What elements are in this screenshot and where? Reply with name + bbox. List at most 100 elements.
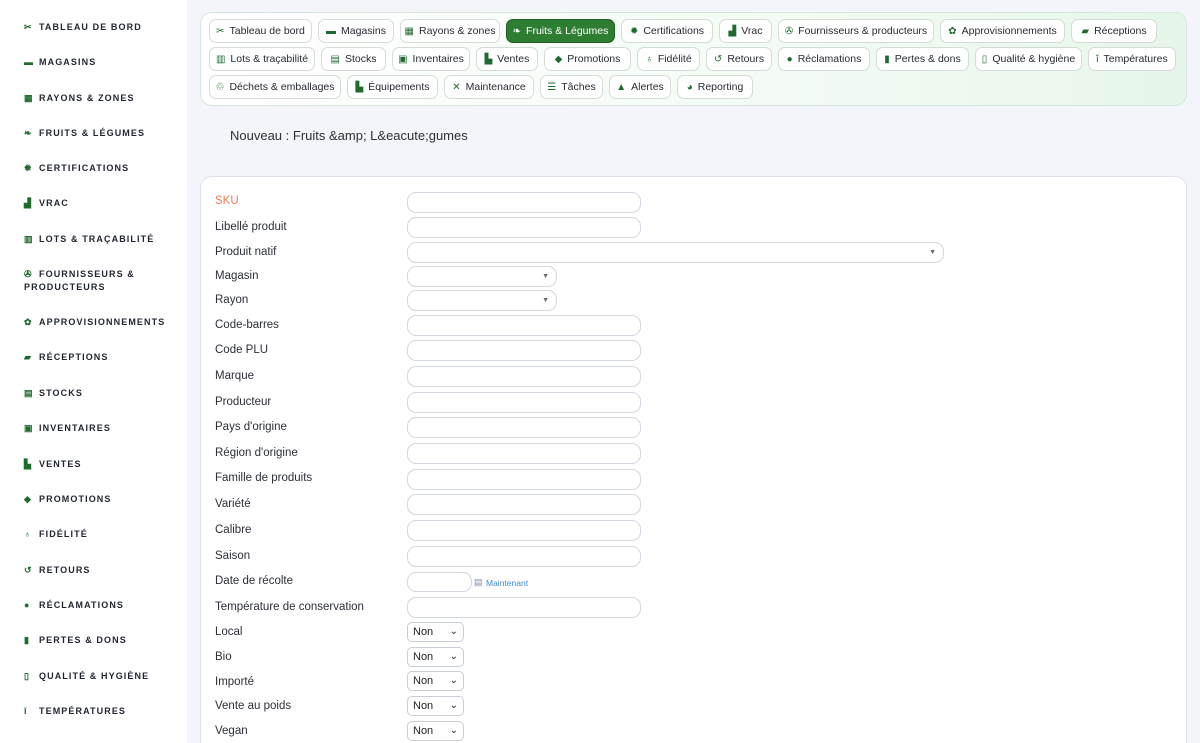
calendar-icon[interactable]: ▤ <box>474 577 483 588</box>
sidebar-item-tableau-de-bord[interactable]: ✂ TABLEAU DE BORD <box>24 21 174 34</box>
tab-label: Maintenance <box>465 81 526 93</box>
label-region-origine: Région d'origine <box>215 447 298 459</box>
sidebar-item-receptions[interactable]: ▰ RÉCEPTIONS <box>24 351 174 364</box>
clipboard-icon: ▣ <box>398 53 408 65</box>
tab-maintenance[interactable]: ✕ Maintenance <box>444 75 534 99</box>
caret-down-icon: ▼ <box>929 249 936 256</box>
sidebar-item-pertes-dons[interactable]: ▮ PERTES & DONS <box>24 634 174 647</box>
tab-label: Certifications <box>643 25 705 37</box>
sidebar-item-label: PERTES & DONS <box>39 635 127 645</box>
bio-select[interactable]: Non ⌄ <box>407 647 464 667</box>
tab-stocks[interactable]: ▤ Stocks <box>321 47 386 71</box>
tab-approvisionnements[interactable]: ✿ Approvisionnements <box>940 19 1065 43</box>
tab-reporting[interactable]: ◕ Reporting <box>677 75 753 99</box>
tab-certifications[interactable]: ✹ Certifications <box>621 19 713 43</box>
tab-rayons-zones[interactable]: ▦ Rayons & zones <box>400 19 500 43</box>
tab-vrac[interactable]: ▟ Vrac <box>719 19 772 43</box>
recycle-icon: ♲ <box>215 81 225 93</box>
saison-input[interactable] <box>407 546 641 567</box>
region-origine-input[interactable] <box>407 443 641 464</box>
marque-input[interactable] <box>407 366 641 387</box>
sidebar-item-approvisionnements[interactable]: ✿ APPROVISIONNEMENTS <box>24 316 174 329</box>
sidebar-item-ventes[interactable]: ▙ VENTES <box>24 458 174 471</box>
pays-origine-input[interactable] <box>407 417 641 438</box>
label-importe: Importé <box>215 676 254 688</box>
importe-select[interactable]: Non ⌄ <box>407 671 464 691</box>
sidebar-item-fruits-legumes[interactable]: ❧ FRUITS & LÉGUMES <box>24 127 174 140</box>
badge-icon: ✹ <box>24 163 33 173</box>
vegan-select[interactable]: Non ⌄ <box>407 721 464 741</box>
sidebar-item-label: LOTS & TRAÇABILITÉ <box>39 234 155 244</box>
tab-label: Déchets & emballages <box>229 81 335 93</box>
tab-dechets-emballages[interactable]: ♲ Déchets & emballages <box>209 75 341 99</box>
now-link[interactable]: Maintenant <box>486 578 528 588</box>
select-value: Non <box>413 675 434 687</box>
tab-ventes[interactable]: ▙ Ventes <box>476 47 538 71</box>
libelle-produit-input[interactable] <box>407 217 641 238</box>
tab-label: Rayons & zones <box>418 25 496 37</box>
tab-alertes[interactable]: ▲ Alertes <box>609 75 671 99</box>
tab-label: Tâches <box>561 81 596 93</box>
sidebar-item-certifications[interactable]: ✹ CERTIFICATIONS <box>24 162 174 175</box>
magasin-select[interactable]: ▼ <box>407 266 557 287</box>
clipboard-icon: ▣ <box>24 423 34 433</box>
variete-input[interactable] <box>407 494 641 515</box>
sidebar-item-retours[interactable]: ↺ RETOURS <box>24 564 174 577</box>
sidebar-item-rayons-zones[interactable]: ▦ RAYONS & ZONES <box>24 92 174 105</box>
temperature-conservation-input[interactable] <box>407 597 641 618</box>
sidebar-item-label: FOURNISSEURS & <box>39 269 135 279</box>
tab-lots-tracabilite[interactable]: ▥ Lots & traçabilité <box>209 47 315 71</box>
sidebar-item-fidelite[interactable]: ♁ FIDÉLITÉ <box>24 528 174 541</box>
sidebar-item-inventaires[interactable]: ▣ INVENTAIRES <box>24 422 174 435</box>
tab-taches[interactable]: ☰ Tâches <box>540 75 603 99</box>
sidebar-item-qualite-hygiene[interactable]: ▯ QUALITÉ & HYGIÈNE <box>24 670 174 683</box>
sidebar-item-lots-tracabilite[interactable]: ▥ LOTS & TRAÇABILITÉ <box>24 233 174 246</box>
sidebar: ✂ TABLEAU DE BORD ▬ MAGASINS ▦ RAYONS & ZON… <box>0 0 187 743</box>
sidebar-item-label: PROMOTIONS <box>39 494 112 504</box>
sidebar-item-label-line2: PRODUCTEURS <box>24 282 106 292</box>
sidebar-item-vrac[interactable]: ▟ VRAC <box>24 197 174 210</box>
tab-reclamations[interactable]: ● Réclamations <box>778 47 870 71</box>
local-select[interactable]: Non ⌄ <box>407 622 464 642</box>
code-plu-input[interactable] <box>407 340 641 361</box>
sidebar-item-magasins[interactable]: ▬ MAGASINS <box>24 56 174 69</box>
tab-magasins[interactable]: ▬ Magasins <box>318 19 394 43</box>
tab-inventaires[interactable]: ▣ Inventaires <box>392 47 470 71</box>
tab-qualite-hygiene[interactable]: ▯ Qualité & hygiène <box>975 47 1082 71</box>
tab-tableau-de-bord[interactable]: ✂ Tableau de bord <box>209 19 312 43</box>
code-barres-input[interactable] <box>407 315 641 336</box>
sidebar-item-reclamations[interactable]: ● RÉCLAMATIONS <box>24 599 174 612</box>
tab-pertes-dons[interactable]: ▮ Pertes & dons <box>876 47 969 71</box>
tab-retours[interactable]: ↺ Retours <box>706 47 772 71</box>
sidebar-item-promotions[interactable]: ◆ PROMOTIONS <box>24 493 174 506</box>
leaf-icon: ❧ <box>24 128 33 138</box>
tab-equipements[interactable]: ▙ Équipements <box>347 75 438 99</box>
tab-fournisseurs-producteurs[interactable]: ✇ Fournisseurs & producteurs <box>778 19 934 43</box>
produit-natif-select[interactable]: ▼ <box>407 242 944 263</box>
sidebar-item-fournisseurs-producteurs[interactable]: ✇ FOURNISSEURS & PRODUCTEURS <box>24 268 174 294</box>
sku-input[interactable] <box>407 192 641 213</box>
sidebar-item-label: CERTIFICATIONS <box>39 163 130 173</box>
producteur-input[interactable] <box>407 392 641 413</box>
sidebar-item-stocks[interactable]: ▤ STOCKS <box>24 387 174 400</box>
date-recolte-input[interactable] <box>407 572 472 592</box>
vente-au-poids-select[interactable]: Non ⌄ <box>407 696 464 716</box>
calibre-input[interactable] <box>407 520 641 541</box>
tab-label: Inventaires <box>412 53 464 65</box>
label-marque: Marque <box>215 370 254 382</box>
bell-icon: ▲ <box>616 81 627 93</box>
chart-pie-icon: ◕ <box>686 81 693 93</box>
sidebar-item-temperatures[interactable]: ǐ TEMPÉRATURES <box>24 705 174 718</box>
rayon-select[interactable]: ▼ <box>407 290 557 311</box>
leaf-icon: ❧ <box>512 25 522 37</box>
tab-fruits-legumes[interactable]: ❧ Fruits & Légumes <box>506 19 615 43</box>
select-value: Non <box>413 626 434 638</box>
tab-temperatures[interactable]: ǐ Températures <box>1088 47 1176 71</box>
tab-receptions[interactable]: ▰ Réceptions <box>1071 19 1157 43</box>
tag-icon: ◆ <box>554 53 563 65</box>
tab-promotions[interactable]: ◆ Promotions <box>544 47 631 71</box>
label-vente-au-poids: Vente au poids <box>215 700 292 712</box>
tab-fidelite[interactable]: ♁ Fidélité <box>637 47 700 71</box>
famille-produits-input[interactable] <box>407 469 641 490</box>
warehouse-icon: ▤ <box>330 53 340 65</box>
